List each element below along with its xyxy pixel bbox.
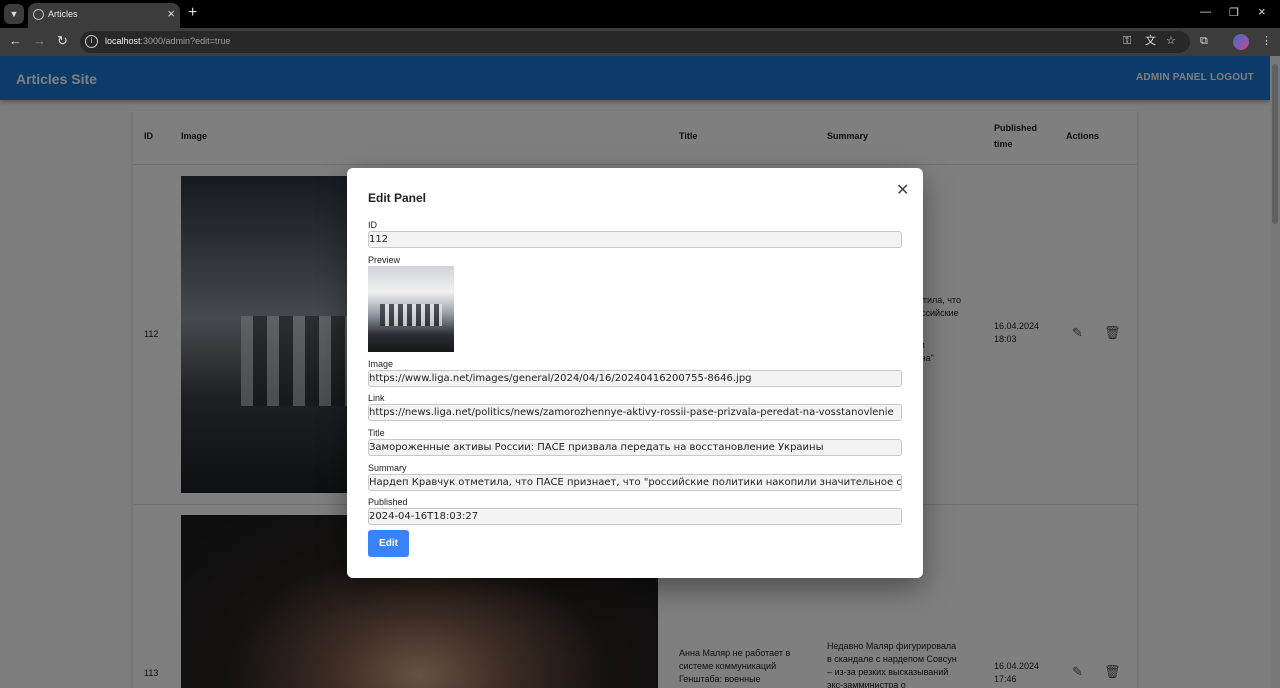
url-text: localhost:3000/admin?edit=true — [105, 36, 231, 46]
summary-label: Summary — [368, 463, 407, 473]
link-field[interactable]: https://news.liga.net/politics/news/zamo… — [368, 404, 902, 421]
globe-icon — [33, 9, 44, 20]
id-field[interactable]: 112 — [368, 231, 902, 248]
title-field[interactable]: Замороженные активы России: ПАСЕ призвал… — [368, 439, 902, 456]
browser-toolbar: ← → ↻ i localhost:3000/admin?edit=true ⚿… — [0, 28, 1280, 56]
modal-title: Edit Panel — [368, 191, 427, 205]
preview-label: Preview — [368, 255, 401, 265]
browser-menu-icon[interactable]: ⋮ — [1261, 35, 1272, 47]
forward-icon[interactable]: → — [33, 34, 46, 48]
maximize-icon[interactable]: ❐ — [1229, 6, 1239, 19]
tab-search-chevron-icon[interactable]: ▼ — [4, 4, 24, 24]
profile-avatar[interactable] — [1233, 34, 1249, 50]
browser-tabstrip: ▼ Articles × + — ❐ × — [0, 0, 1280, 28]
close-icon[interactable]: ✕ — [896, 183, 909, 199]
page: Articles Site ADMIN PANEL LOGOUT ID Imag… — [0, 56, 1280, 688]
back-icon[interactable]: ← — [9, 34, 22, 48]
new-tab-icon[interactable]: + — [188, 4, 197, 22]
preview-image — [368, 266, 454, 352]
translate-icon[interactable]: 文 — [1145, 35, 1156, 47]
title-label: Title — [368, 428, 385, 438]
window-close-icon[interactable]: × — [1258, 4, 1266, 19]
extensions-icon[interactable]: ⧉ — [1200, 35, 1208, 47]
edit-button[interactable]: Edit — [368, 530, 409, 557]
minimize-icon[interactable]: — — [1200, 6, 1211, 18]
tab-close-icon[interactable]: × — [167, 6, 175, 21]
edit-panel-modal: Edit Panel ✕ ID 112 Preview Image https:… — [347, 168, 923, 578]
summary-field[interactable]: Нардеп Кравчук отметила, что ПАСЕ призна… — [368, 474, 902, 491]
password-key-icon[interactable]: ⚿ — [1123, 35, 1131, 47]
site-info-icon[interactable]: i — [85, 35, 98, 48]
image-url-field[interactable]: https://www.liga.net/images/general/2024… — [368, 370, 902, 387]
bookmark-star-icon[interactable]: ☆ — [1166, 35, 1176, 47]
published-field[interactable]: 2024-04-16T18:03:27 — [368, 508, 902, 525]
image-label: Image — [368, 359, 394, 369]
id-label: ID — [368, 220, 377, 230]
address-bar[interactable]: i localhost:3000/admin?edit=true — [80, 31, 1190, 53]
link-label: Link — [368, 393, 385, 403]
tab-title: Articles — [48, 9, 78, 19]
reload-icon[interactable]: ↻ — [57, 34, 68, 48]
published-label: Published — [368, 497, 408, 507]
browser-tab[interactable]: Articles × — [28, 3, 180, 28]
